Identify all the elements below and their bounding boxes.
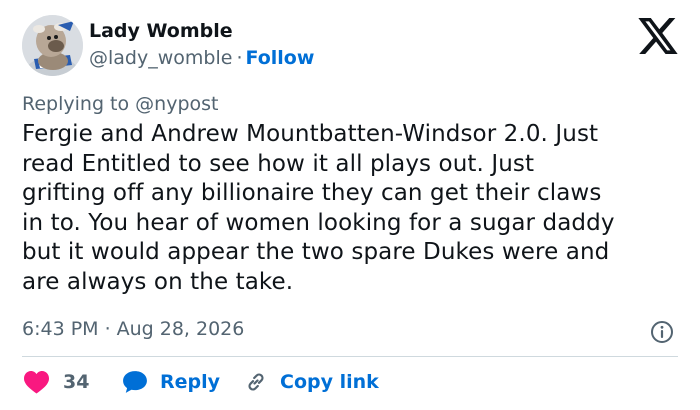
tweet-text: Fergie and Andrew Mountbatten-Windsor 2.…: [22, 120, 682, 298]
tweet-line: grifting off any billionaire they can ge…: [22, 180, 602, 207]
author-name[interactable]: Lady Womble: [89, 20, 233, 42]
avatar-image: [22, 15, 83, 76]
tweet-date: Aug 28, 2026: [116, 318, 245, 340]
tweet-timestamp[interactable]: 6:43 PM · Aug 28, 2026: [22, 318, 244, 340]
author-handle-row: @lady_womble · Follow: [89, 47, 314, 69]
copy-link-button[interactable]: Copy link: [244, 368, 379, 396]
like-button[interactable]: 34: [24, 368, 89, 396]
like-count: 34: [63, 371, 90, 393]
link-icon: [248, 373, 264, 391]
divider: [22, 356, 678, 357]
tweet-line: but it would appear the two spare Dukes …: [22, 239, 610, 266]
author-handle[interactable]: @lady_womble: [89, 47, 232, 69]
tweet-time: 6:43 PM: [22, 318, 99, 340]
speech-bubble-icon: [123, 371, 147, 393]
reply-label: Reply: [160, 371, 221, 393]
replying-to: Replying to @nypost: [22, 93, 219, 115]
copy-link-label: Copy link: [280, 371, 379, 393]
follow-button[interactable]: Follow: [245, 47, 314, 69]
separator-dot: ·: [236, 47, 243, 69]
timestamp-separator: ·: [104, 318, 111, 340]
tweet-line: Fergie and Andrew Mountbatten-Windsor 2.…: [22, 121, 599, 147]
tweet-embed-card: Lady Womble @lady_womble · Follow Replying…: [0, 0, 700, 410]
replying-prefix: Replying to: [22, 93, 130, 115]
reply-button[interactable]: Reply: [122, 368, 220, 396]
heart-icon: [24, 370, 49, 394]
avatar[interactable]: [22, 15, 83, 76]
tweet-line: read Entitled to see how it all plays ou…: [22, 150, 535, 177]
tweet-line: in to. You hear of women looking for a s…: [22, 209, 615, 236]
tweet-line: are always on the take.: [22, 268, 294, 295]
x-logo-icon[interactable]: [638, 18, 678, 54]
info-icon[interactable]: [650, 320, 674, 344]
replying-mention-link[interactable]: @nypost: [135, 93, 218, 115]
